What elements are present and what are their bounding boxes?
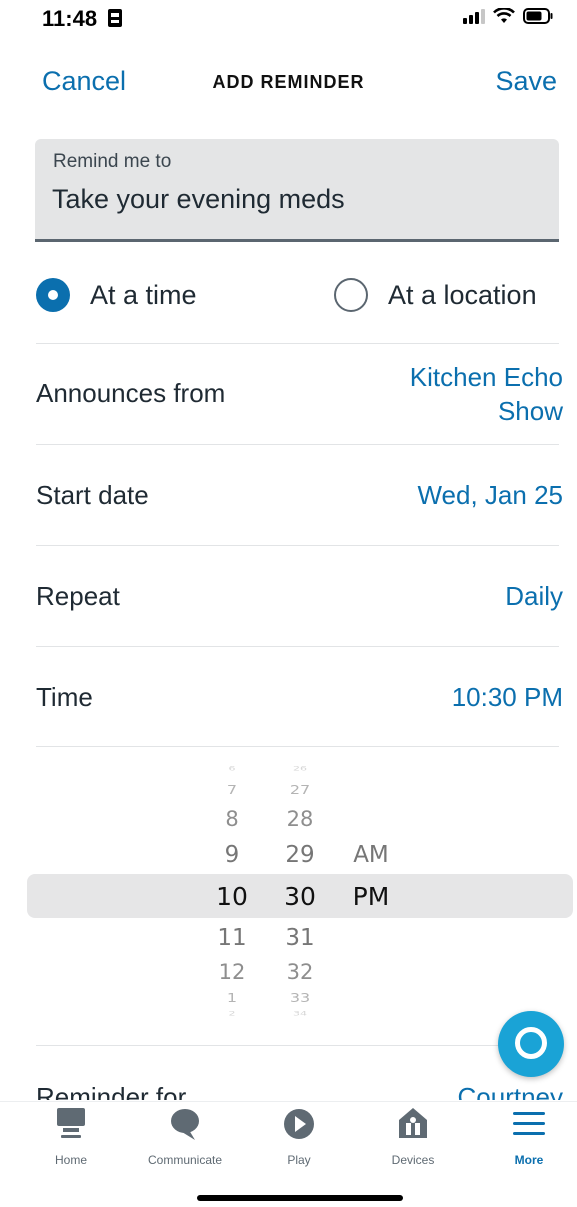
picker-hour[interactable]: 9 [210, 842, 254, 868]
picker-period-selected[interactable]: PM [346, 882, 396, 911]
nav-label: Home [54, 1153, 87, 1167]
alexa-icon [515, 1027, 547, 1059]
radio-label: At a time [90, 279, 197, 310]
repeat-value[interactable]: Daily [505, 581, 563, 612]
value-line: Show [497, 396, 563, 426]
announces-device-value[interactable]: Kitchen Echo Show [410, 360, 563, 428]
devices-icon [399, 1108, 427, 1138]
radio-unselected-icon [334, 278, 368, 312]
row-label: Announces from [36, 378, 226, 408]
picker-hour-selected[interactable]: 10 [210, 882, 254, 911]
nav-label: More [514, 1153, 544, 1167]
value-line: Kitchen Echo [409, 362, 563, 392]
row-label: Repeat [36, 581, 120, 611]
nav-label: Play [287, 1153, 311, 1167]
status-clock: 11:48 [42, 6, 98, 31]
picker-minute[interactable]: 27 [278, 782, 322, 797]
picker-hour[interactable]: 2 [210, 1010, 254, 1017]
picker-minute-selected[interactable]: 30 [278, 882, 322, 911]
picker-minute[interactable]: 28 [278, 807, 322, 831]
wifi-icon [493, 8, 515, 23]
picker-minute[interactable]: 32 [278, 960, 322, 984]
at-a-location-radio[interactable]: At a location [334, 278, 537, 312]
announces-from-row[interactable]: Announces from Kitchen Echo Show [0, 344, 577, 444]
radio-selected-icon [36, 278, 70, 312]
repeat-row[interactable]: Repeat Daily [0, 546, 577, 646]
save-button[interactable]: Save [495, 66, 557, 97]
picker-hour[interactable]: 11 [210, 925, 254, 951]
nav-label: Communicate [147, 1153, 223, 1167]
field-label: Remind me to [53, 151, 172, 172]
nav-label: Devices [391, 1153, 435, 1167]
speech-bubble-icon [171, 1109, 199, 1140]
nav-communicate[interactable]: Communicate [130, 1106, 240, 1167]
home-icon [57, 1108, 85, 1138]
nav-more[interactable]: More [474, 1106, 577, 1167]
picker-minute[interactable]: 33 [278, 990, 322, 1005]
nav-play[interactable]: Play [244, 1106, 354, 1167]
nav-home[interactable]: Home [16, 1106, 126, 1167]
home-indicator[interactable] [197, 1195, 403, 1201]
picker-period[interactable]: AM [346, 842, 396, 868]
alexa-button[interactable] [498, 1011, 564, 1077]
row-label: Start date [36, 480, 149, 510]
time-row[interactable]: Time 10:30 PM [0, 647, 577, 747]
id-card-icon [108, 9, 123, 27]
at-a-time-radio[interactable]: At a time [36, 278, 197, 312]
time-value[interactable]: 10:30 PM [452, 682, 563, 713]
picker-hour[interactable]: 8 [210, 807, 254, 831]
menu-icon [513, 1112, 545, 1135]
picker-hour[interactable]: 1 [210, 990, 254, 1005]
nav-devices[interactable]: Devices [358, 1106, 468, 1167]
picker-minute[interactable]: 34 [278, 1010, 322, 1017]
picker-minute[interactable]: 29 [278, 842, 322, 868]
row-label: Time [36, 682, 93, 712]
picker-hour[interactable]: 12 [210, 960, 254, 984]
reminder-for-value[interactable]: Courtney [458, 1082, 564, 1100]
picker-minute[interactable]: 26 [278, 765, 322, 772]
divider [36, 746, 559, 747]
picker-minute[interactable]: 31 [278, 925, 322, 951]
row-label: Reminder for [36, 1082, 187, 1100]
start-date-value[interactable]: Wed, Jan 25 [417, 480, 563, 511]
battery-icon [523, 8, 553, 24]
reminder-text-field[interactable]: Remind me to Take your evening meds [35, 139, 559, 242]
signal-icon [463, 9, 485, 24]
reminder-for-row[interactable]: Reminder for Courtney [0, 1046, 577, 1100]
time-picker[interactable]: 6 7 8 9 10 11 12 1 2 26 27 28 29 30 31 3… [0, 760, 577, 1030]
play-icon [284, 1109, 314, 1139]
page-title: ADD REMINDER [212, 72, 365, 92]
reminder-text-input[interactable]: Take your evening meds [52, 184, 345, 215]
status-time: 11:48 [42, 6, 123, 32]
start-date-row[interactable]: Start date Wed, Jan 25 [0, 445, 577, 545]
status-icons [463, 8, 553, 24]
radio-label: At a location [388, 279, 537, 310]
picker-hour[interactable]: 6 [210, 765, 254, 772]
picker-hour[interactable]: 7 [210, 782, 254, 797]
